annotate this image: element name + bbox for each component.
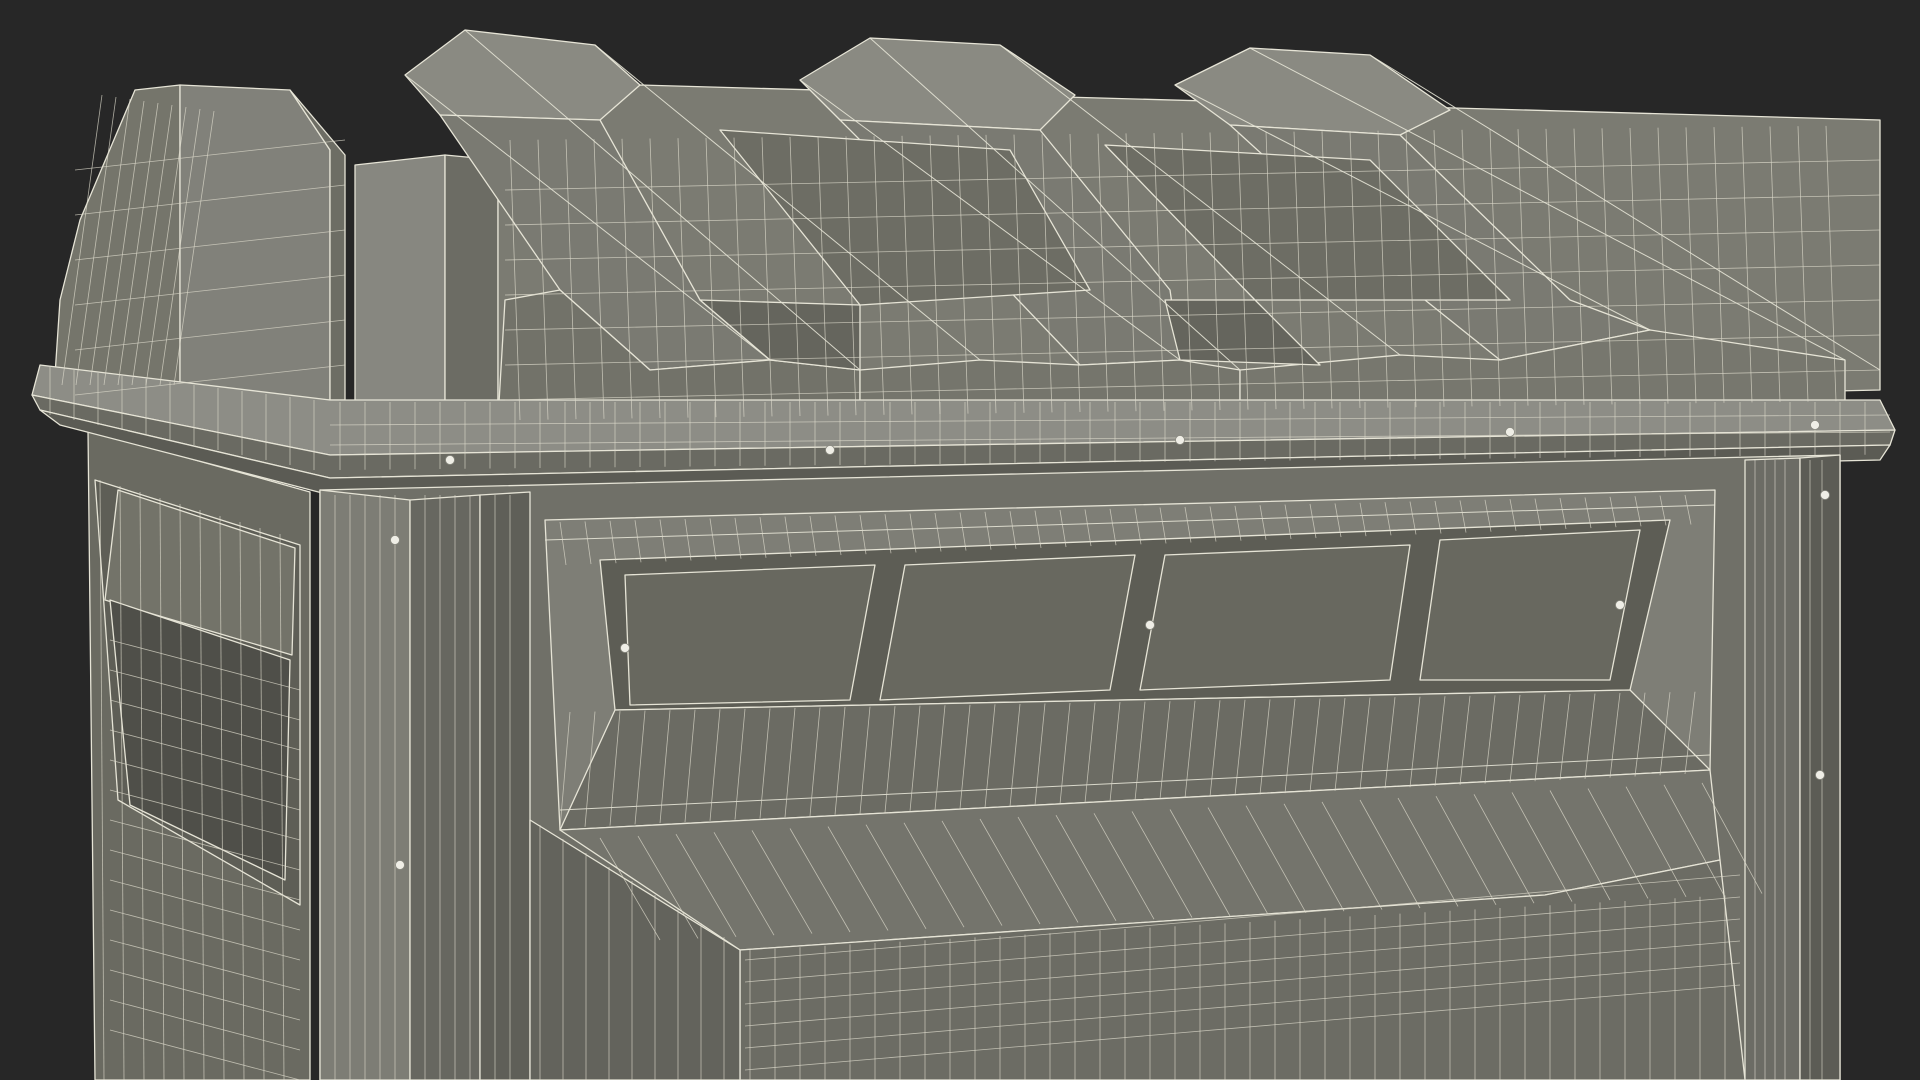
- container-front: [319, 454, 1841, 1080]
- bolt-marker: [1815, 770, 1825, 780]
- bolt-marker: [395, 860, 405, 870]
- bolt-marker: [825, 445, 835, 455]
- bolt-marker: [1505, 427, 1515, 437]
- bolt-marker: [620, 643, 630, 653]
- container-left-side: [87, 429, 311, 1080]
- bolt-marker: [1175, 435, 1185, 445]
- wireframe-model: [31, 29, 1896, 1080]
- 3d-viewport: [0, 0, 1920, 1080]
- bolt-marker: [1820, 490, 1830, 500]
- container-lid: [54, 29, 1881, 431]
- bolt-marker: [1615, 600, 1625, 610]
- bolt-marker: [1810, 420, 1820, 430]
- bolt-marker: [1145, 620, 1155, 630]
- bolt-marker: [445, 455, 455, 465]
- bolt-marker: [390, 535, 400, 545]
